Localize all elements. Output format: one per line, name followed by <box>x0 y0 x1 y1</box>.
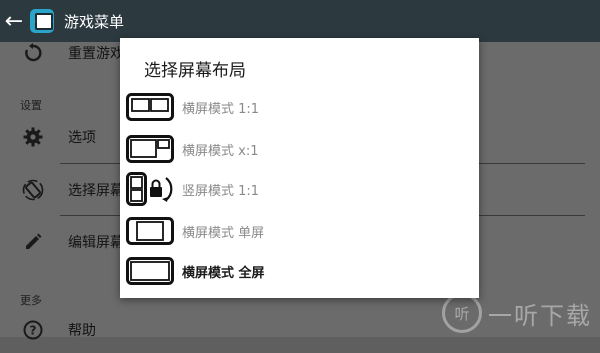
layout-option-label: 横屏模式 1:1 <box>182 101 260 117</box>
layout-landscape-fullscreen-icon <box>126 257 174 285</box>
layout-landscape-1-1-icon <box>126 93 174 121</box>
screen-layout-dialog: 选择屏幕布局 横屏模式 1:1 横屏模式 x:1 竖屏模式 1:1 横屏模式 单… <box>120 38 479 298</box>
watermark: 听 一听下载 <box>442 293 592 333</box>
app-screen: ← 游戏菜单 重置游戏 设置 选项 选择屏幕布局 编辑屏幕布局 更多 ? 帮助 … <box>0 0 600 340</box>
layout-landscape-x-1-icon <box>126 135 174 163</box>
dialog-title: 选择屏幕布局 <box>144 61 246 81</box>
svg-text:?: ? <box>30 324 37 338</box>
layout-option-label: 横屏模式 x:1 <box>182 143 259 159</box>
section-header-more: 更多 <box>20 294 42 307</box>
layout-option-label: 横屏模式 单屏 <box>182 225 265 241</box>
layout-option-label: 横屏模式 全屏 <box>182 265 265 281</box>
layout-option-landscape-single[interactable]: 横屏模式 单屏 <box>126 212 466 250</box>
layout-option-landscape-1-1[interactable]: 横屏模式 1:1 <box>126 88 466 126</box>
section-header-settings: 设置 <box>20 99 42 112</box>
menu-item-label: 选项 <box>68 130 96 146</box>
reset-icon <box>22 42 44 64</box>
layout-option-landscape-fullscreen[interactable]: 横屏模式 全屏 <box>126 252 466 290</box>
app-title: 游戏菜单 <box>64 12 125 31</box>
gear-icon <box>22 126 44 148</box>
layout-landscape-single-icon <box>126 217 174 245</box>
screen-rotate-icon <box>22 179 44 201</box>
watermark-logo: 听 <box>442 293 482 333</box>
layout-option-label: 竖屏模式 1:1 <box>182 183 260 199</box>
layout-option-portrait-1-1[interactable]: 竖屏模式 1:1 <box>126 170 466 208</box>
menu-item-label: 帮助 <box>68 323 96 339</box>
watermark-text: 一听下载 <box>488 301 592 330</box>
help-icon: ? <box>22 319 44 341</box>
menu-item-label: 重置游戏 <box>68 46 124 62</box>
pencil-icon <box>22 231 44 253</box>
layout-option-landscape-x-1[interactable]: 横屏模式 x:1 <box>126 130 466 168</box>
layout-portrait-1-1-lock-icon <box>126 172 173 206</box>
